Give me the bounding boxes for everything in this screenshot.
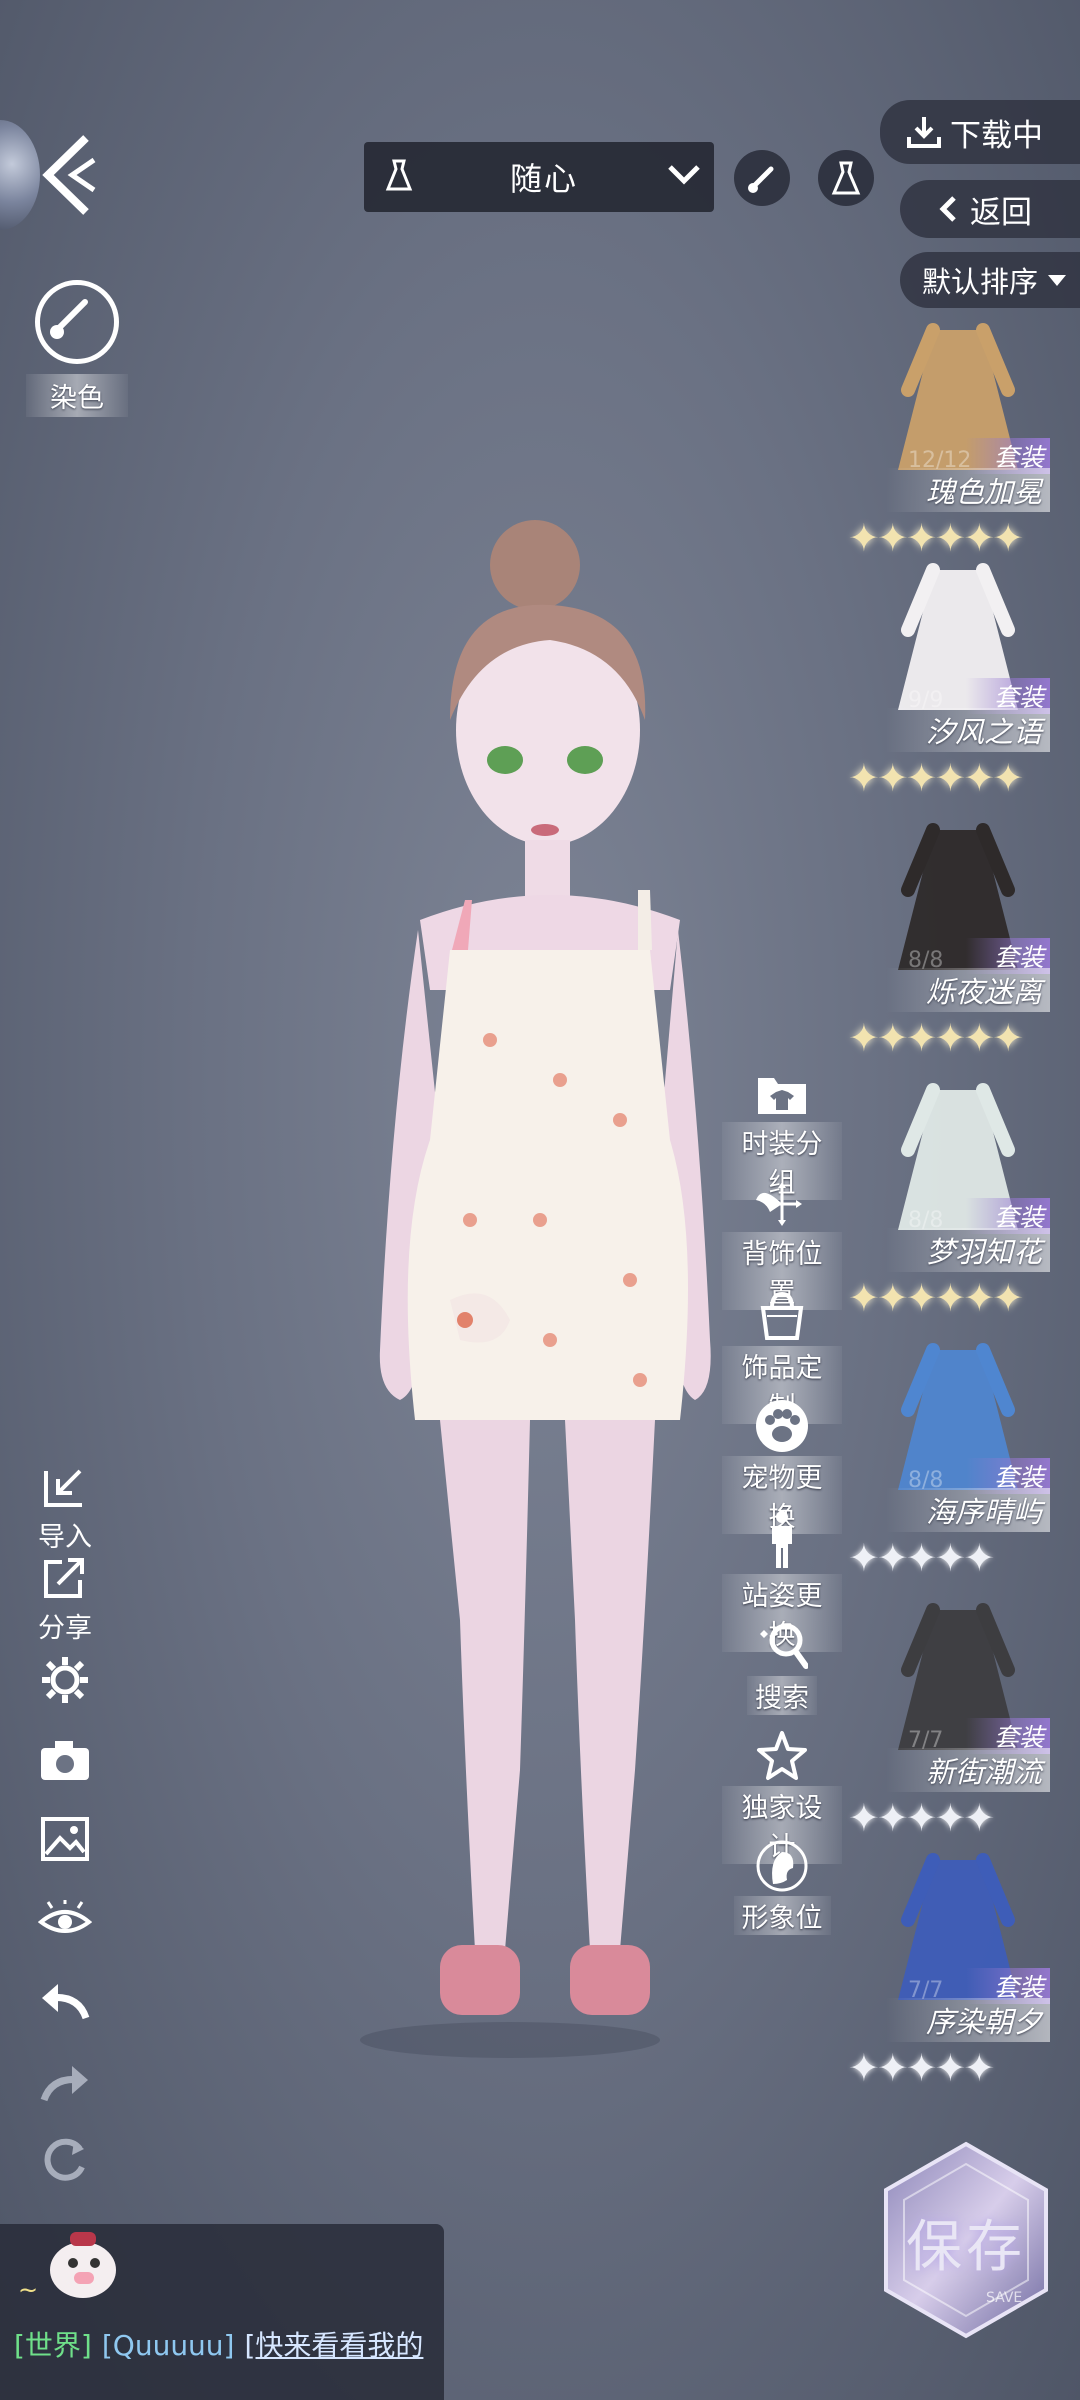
outfit-preview-button[interactable] xyxy=(818,150,874,206)
sort-dropdown[interactable]: 默认排序 xyxy=(900,252,1080,308)
standing-person-icon xyxy=(722,1510,842,1570)
redo-icon xyxy=(40,2066,88,2102)
decorative-orb xyxy=(0,120,40,230)
outfit-name: 汐风之语 xyxy=(885,708,1050,752)
gallery-button[interactable] xyxy=(30,1816,100,1866)
download-button[interactable]: 下载中 xyxy=(880,100,1080,164)
double-chevron-left-icon xyxy=(42,135,96,215)
outfit-item[interactable]: 8/8 套装 烁夜迷离 ✦✦✦✦✦✦ xyxy=(848,820,1068,1070)
share-button[interactable]: 分享 xyxy=(30,1556,100,1645)
share-label: 分享 xyxy=(38,1613,92,1644)
tool-portrait[interactable]: 形象位 xyxy=(722,1840,842,1935)
dye-button[interactable]: 染色 xyxy=(22,280,132,417)
bag-icon xyxy=(722,1290,842,1342)
chevron-left-icon xyxy=(939,196,956,222)
chat-channel: [世界] xyxy=(14,2329,92,2362)
outfit-name: 序染朝夕 xyxy=(885,1998,1050,2042)
rating-stars: ✦✦✦✦✦ xyxy=(848,1536,995,1580)
rating-stars: ✦✦✦✦✦✦ xyxy=(848,1016,1024,1060)
reset-button[interactable] xyxy=(30,2135,100,2189)
save-button[interactable]: 保存 SAVE xyxy=(876,2140,1056,2340)
rating-stars: ✦✦✦✦✦ xyxy=(848,1796,995,1840)
dropdown-value: 随心 xyxy=(509,160,578,198)
outfit-name: 海序晴屿 xyxy=(885,1488,1050,1532)
search-icon xyxy=(722,1620,842,1672)
settings-button[interactable] xyxy=(30,1655,100,1709)
undo-icon xyxy=(42,1984,90,2020)
outfit-name: 梦羽知花 xyxy=(885,1228,1050,1272)
paw-icon xyxy=(722,1400,842,1452)
emote-tilde: ~ xyxy=(18,2276,39,2304)
chat-panel[interactable]: ~ [世界] [Quuuuu] [快来看看我的 xyxy=(0,2224,444,2400)
share-icon xyxy=(44,1558,84,1598)
import-label: 导入 xyxy=(38,1522,92,1553)
tool-label: 形象位 xyxy=(733,1896,831,1935)
exit-back-button[interactable] xyxy=(36,130,106,220)
dress-icon xyxy=(831,161,861,195)
outfit-item[interactable]: 7/7 套装 新街潮流 ✦✦✦✦✦ xyxy=(848,1600,1068,1850)
import-icon xyxy=(44,1469,82,1507)
gear-icon xyxy=(42,1657,88,1703)
outfit-item[interactable]: 8/8 套装 海序晴屿 ✦✦✦✦✦ xyxy=(848,1340,1068,1590)
undo-button[interactable] xyxy=(30,1980,100,2024)
chat-username[interactable]: [Quuuuu] xyxy=(102,2329,235,2362)
return-label: 返回 xyxy=(970,194,1032,231)
download-label: 下载中 xyxy=(950,117,1043,154)
sort-label: 默认排序 xyxy=(922,265,1039,299)
camera-icon xyxy=(41,1741,89,1780)
import-button[interactable]: 导入 xyxy=(30,1465,100,1554)
save-sublabel: SAVE xyxy=(986,2290,1023,2306)
return-button[interactable]: 返回 xyxy=(900,180,1080,238)
download-icon xyxy=(907,117,941,148)
chat-message[interactable]: [快来看看我的 xyxy=(244,2329,423,2362)
portrait-icon xyxy=(722,1840,842,1892)
hide-ui-button[interactable] xyxy=(30,1898,100,1944)
image-icon xyxy=(41,1817,89,1861)
dress-icon xyxy=(364,159,434,195)
rating-stars: ✦✦✦✦✦✦ xyxy=(848,756,1024,800)
dye-label: 染色 xyxy=(26,374,128,417)
rating-stars: ✦✦✦✦✦✦ xyxy=(848,516,1024,560)
outfit-item[interactable]: 7/7 套装 序染朝夕 ✦✦✦✦✦ xyxy=(848,1850,1068,2100)
outfit-item[interactable]: 8/8 套装 梦羽知花 ✦✦✦✦✦✦ xyxy=(848,1080,1068,1330)
edit-brush-button[interactable] xyxy=(734,150,790,206)
outfit-item[interactable]: 9/9 套装 汐风之语 ✦✦✦✦✦✦ xyxy=(848,560,1068,810)
save-label: 保存 xyxy=(906,2215,1026,2280)
outfit-category-dropdown[interactable]: 随心 xyxy=(364,142,714,212)
reset-icon xyxy=(44,2138,85,2181)
brush-icon xyxy=(748,166,774,193)
triangle-down-icon xyxy=(1048,275,1067,286)
camera-button[interactable] xyxy=(30,1738,100,1786)
rating-stars: ✦✦✦✦✦ xyxy=(848,2046,995,2090)
outfit-name: 瑰色加冕 xyxy=(885,468,1050,512)
character-model xyxy=(360,520,711,2058)
outfit-item[interactable]: 12/12 套装 瑰色加冕 ✦✦✦✦✦✦ xyxy=(848,320,1068,570)
redo-button[interactable] xyxy=(30,2062,100,2106)
tool-label: 搜索 xyxy=(747,1676,817,1715)
chevron-down-icon xyxy=(654,163,714,191)
star-icon xyxy=(722,1730,842,1782)
pig-emote-icon xyxy=(50,2232,116,2298)
outfit-name: 烁夜迷离 xyxy=(885,968,1050,1012)
wings-move-icon xyxy=(722,1180,842,1228)
outfit-name: 新街潮流 xyxy=(885,1748,1050,1792)
folder-shirt-icon xyxy=(722,1070,842,1118)
palette-brush-icon xyxy=(35,280,119,364)
eye-icon xyxy=(37,1898,93,1933)
rating-stars: ✦✦✦✦✦✦ xyxy=(848,1276,1024,1320)
tool-search[interactable]: 搜索 xyxy=(722,1620,842,1715)
